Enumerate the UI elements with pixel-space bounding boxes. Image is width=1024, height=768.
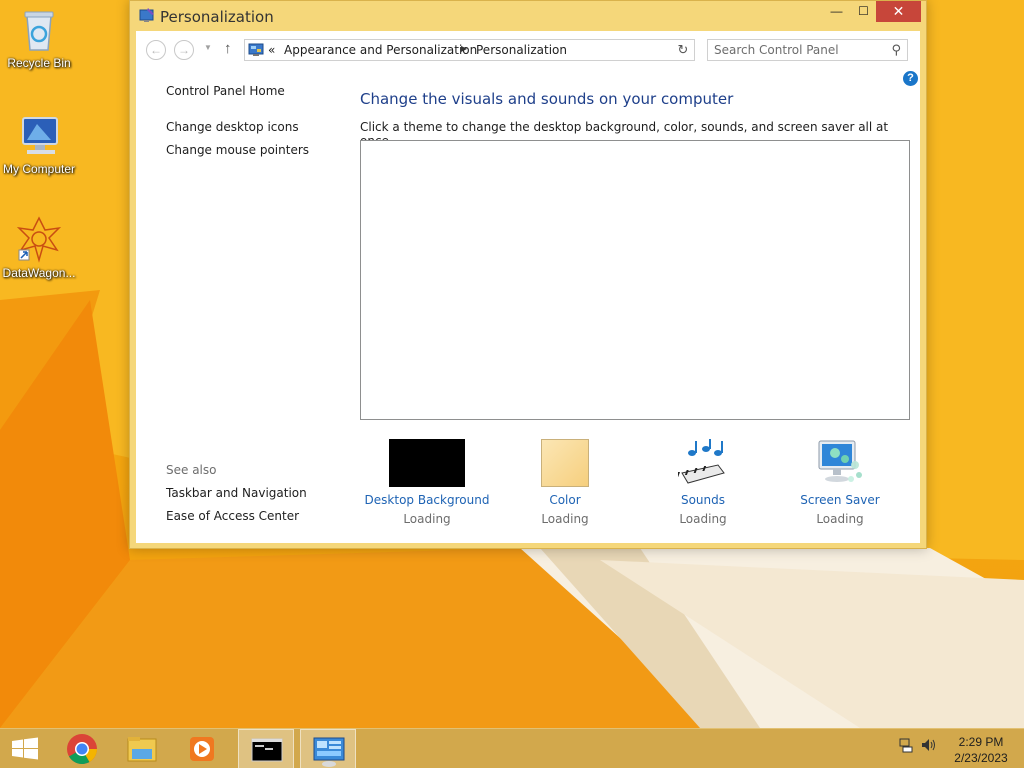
desktop-icon-my-computer[interactable]: My Computer: [0, 112, 78, 176]
taskbar-media-player[interactable]: [174, 729, 230, 768]
desktop-background-status: Loading: [403, 512, 451, 526]
color-option[interactable]: Color Loading: [495, 439, 635, 526]
sounds-status: Loading: [679, 512, 727, 526]
search-icon[interactable]: ⚲: [891, 42, 901, 58]
sidebar-link-change-desktop-icons[interactable]: Change desktop icons: [166, 120, 299, 134]
color-link[interactable]: Color: [495, 493, 635, 507]
taskbar-file-explorer[interactable]: [114, 729, 170, 768]
clock-time: 2:29 PM: [958, 735, 1004, 749]
taskbar-chrome[interactable]: [54, 729, 110, 768]
screen-saver-status: Loading: [816, 512, 864, 526]
sounds-option[interactable]: Sounds Loading: [633, 439, 773, 526]
search-input[interactable]: [714, 43, 882, 57]
sounds-link[interactable]: Sounds: [633, 493, 773, 507]
control-panel-icon: [313, 737, 345, 767]
back-arrow-icon[interactable]: ←: [146, 40, 166, 60]
screen-saver-icon: [815, 439, 865, 487]
sidebar-link-control-panel-home[interactable]: Control Panel Home: [166, 84, 285, 98]
color-swatch: [541, 439, 589, 487]
screen-saver-link[interactable]: Screen Saver: [770, 493, 910, 507]
sidebar-link-change-mouse-pointers[interactable]: Change mouse pointers: [166, 143, 309, 157]
desktop-icon-datawagon[interactable]: DataWagon...: [0, 216, 78, 280]
minimize-button[interactable]: —: [823, 1, 850, 22]
address-bar[interactable]: « Appearance and Personalization ▶ Perso…: [244, 39, 771, 61]
datawagon-logo-icon: [15, 216, 63, 264]
folder-icon: [127, 737, 157, 762]
navigation-bar: ← → ▼ ↑ « Appearance and Personalization…: [136, 31, 920, 69]
media-player-icon: [190, 737, 214, 761]
forward-arrow-icon[interactable]: →: [174, 40, 194, 60]
sidebar-link-ease-of-access[interactable]: Ease of Access Center: [166, 509, 299, 523]
desktop-icon-recycle-bin[interactable]: Recycle Bin: [0, 6, 78, 70]
page-title: Change the visuals and sounds on your co…: [360, 90, 734, 108]
up-arrow-icon[interactable]: ↑: [224, 40, 232, 57]
control-panel-icon: [248, 43, 264, 57]
color-status: Loading: [541, 512, 589, 526]
chrome-icon: [67, 734, 97, 765]
desktop-background-option[interactable]: Desktop Background Loading: [357, 439, 497, 526]
breadcrumb-personalization[interactable]: Personalization: [476, 43, 567, 57]
search-box[interactable]: ⚲: [707, 39, 908, 61]
desktop-icon-label: Recycle Bin: [7, 56, 71, 70]
screen-saver-option[interactable]: Screen Saver Loading: [770, 439, 910, 526]
breadcrumb-separator-icon[interactable]: ▶: [461, 44, 467, 53]
start-button[interactable]: [0, 729, 56, 768]
title-bar[interactable]: Personalization — ☐ ✕: [130, 1, 926, 31]
desktop-icon-label: DataWagon...: [2, 266, 76, 280]
desktop-background-swatch: [389, 439, 465, 487]
taskbar-control-panel[interactable]: [300, 729, 356, 768]
sounds-icon: [676, 439, 728, 487]
recycle-bin-icon: [15, 6, 63, 54]
sidebar-link-taskbar-navigation[interactable]: Taskbar and Navigation: [166, 486, 307, 500]
breadcrumb-appearance-personalization[interactable]: Appearance and Personalization: [284, 43, 477, 57]
theme-list[interactable]: [360, 140, 910, 420]
refresh-icon[interactable]: ↻: [672, 39, 695, 61]
personalization-window: Personalization — ☐ ✕ ← → ▼ ↑ « Appearan…: [129, 0, 927, 549]
close-button[interactable]: ✕: [876, 1, 921, 22]
taskbar-clock[interactable]: 2:29 PM 2/23/2023: [946, 734, 1016, 766]
window-title: Personalization: [160, 8, 274, 26]
network-icon[interactable]: [898, 737, 914, 756]
window-content: ← → ▼ ↑ « Appearance and Personalization…: [136, 31, 920, 543]
clock-date: 2/23/2023: [954, 751, 1008, 765]
maximize-button[interactable]: ☐: [850, 1, 877, 22]
volume-icon[interactable]: [920, 737, 938, 756]
see-also-heading: See also: [166, 463, 217, 477]
personalization-icon: [139, 7, 155, 23]
help-icon[interactable]: ?: [903, 71, 918, 86]
taskbar: 2:29 PM 2/23/2023: [0, 728, 1024, 768]
computer-icon: [15, 112, 63, 160]
command-prompt-icon: [251, 738, 283, 762]
windows-logo-icon: [12, 737, 38, 760]
recent-pages-dropdown-icon[interactable]: ▼: [204, 43, 212, 52]
taskbar-command-prompt[interactable]: [238, 729, 294, 768]
desktop-icon-label: My Computer: [2, 162, 76, 176]
breadcrumb-overflow[interactable]: «: [268, 43, 275, 57]
desktop-background-link[interactable]: Desktop Background: [357, 493, 497, 507]
